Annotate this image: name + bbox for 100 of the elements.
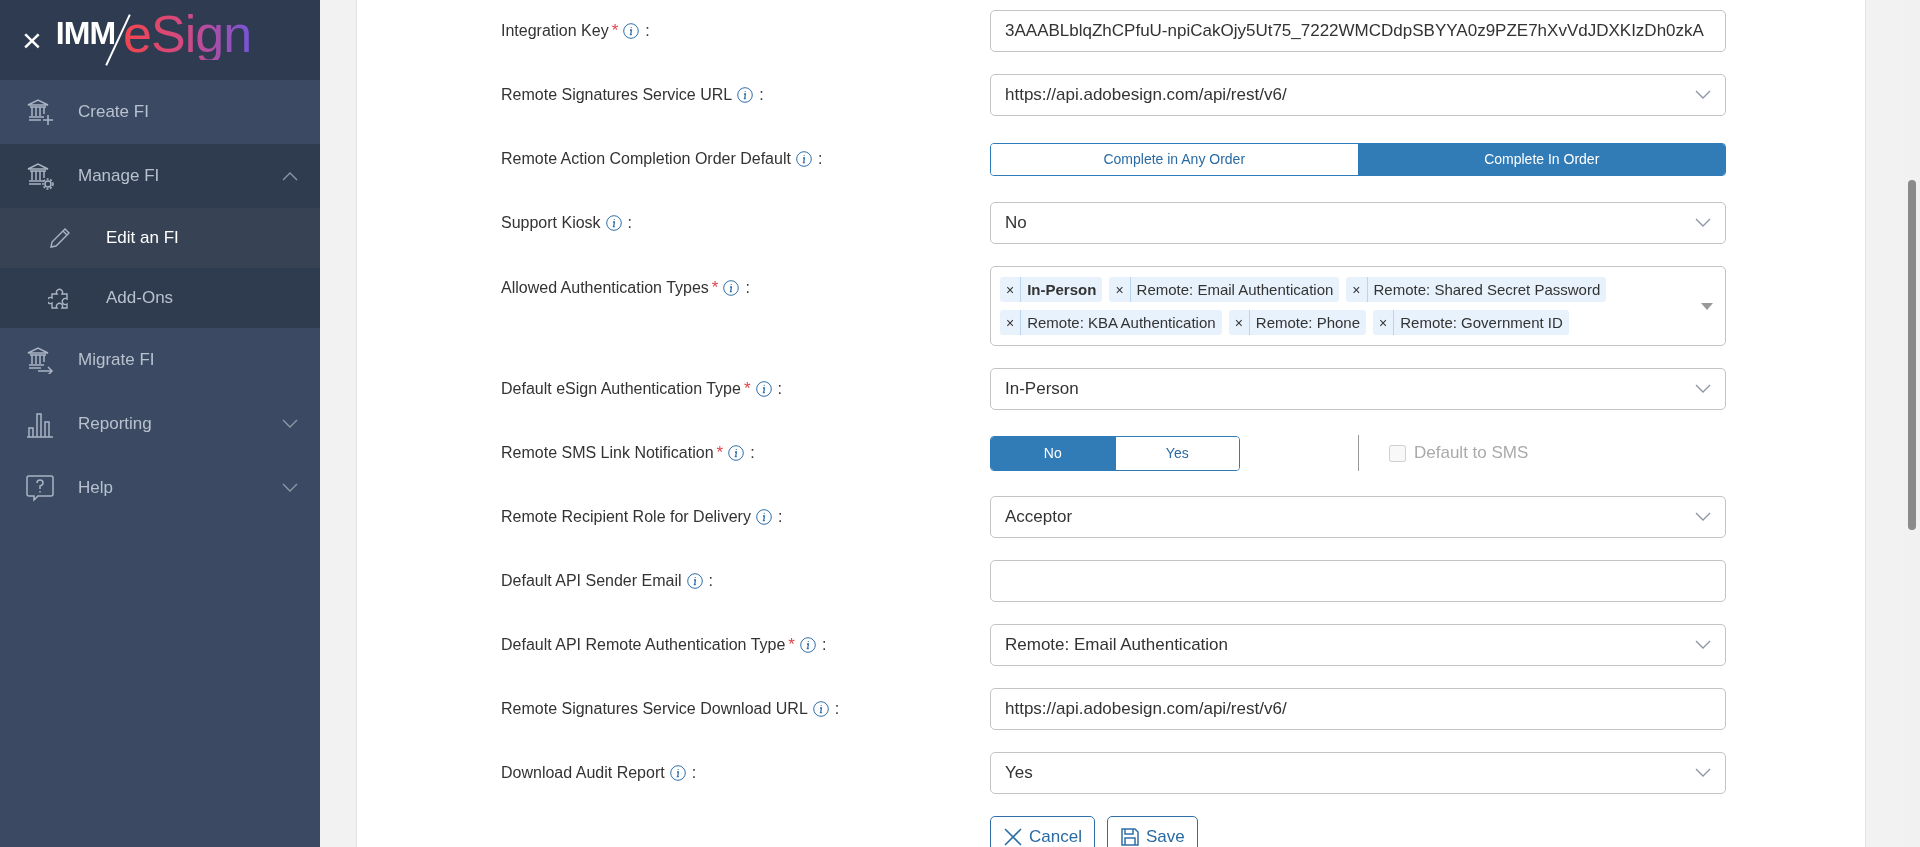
field-label: Remote Signatures Service URL <box>501 86 733 104</box>
colon: : <box>645 22 650 40</box>
multiselect-field[interactable]: × In-Person × Remote: Email Authentication × Remote: Shared Secret Password × Remote: KBA Authentication × Remote: Phone × Remote: Government ID <box>990 266 1726 346</box>
bar-chart-icon <box>26 410 54 438</box>
field-label: Support Kiosk <box>501 214 601 232</box>
info-icon[interactable] <box>812 701 829 717</box>
remove-tag-button[interactable]: × <box>1109 277 1131 302</box>
nav-item[interactable]: Migrate FI <box>0 328 320 392</box>
remove-tag-button[interactable]: × <box>1000 310 1022 335</box>
tag-label: Remote: Email Authentication <box>1135 280 1335 300</box>
nav-item[interactable]: Reporting <box>0 392 320 456</box>
remove-tag-button[interactable]: × <box>1228 310 1250 335</box>
close-button[interactable]: × <box>22 23 42 57</box>
nav-label: Edit an FI <box>106 228 179 248</box>
colon: : <box>759 86 764 104</box>
colon: : <box>817 150 823 168</box>
text-field[interactable]: https://api.adobesign.com/api/rest/v6/ <box>990 688 1726 730</box>
chevron-up-icon <box>282 171 298 181</box>
field-label: Default API Sender Email <box>501 572 682 590</box>
close-icon <box>1003 827 1023 847</box>
field-label: Remote SMS Link Notification <box>501 444 714 462</box>
colon: : <box>691 764 697 782</box>
remove-tag-button[interactable]: × <box>1373 310 1395 335</box>
nav-subitem[interactable]: Edit an FI <box>0 208 320 268</box>
remove-tag-button[interactable]: × <box>1346 277 1368 302</box>
chevron-down-icon <box>282 419 298 429</box>
tag-label: In-Person <box>1026 280 1098 300</box>
save-button[interactable]: Save <box>1106 816 1198 847</box>
cancel-button[interactable]: Cancel <box>990 816 1095 847</box>
chevron-down-icon <box>1695 768 1711 778</box>
nav-item[interactable]: Manage FI <box>0 144 320 208</box>
select-field[interactable]: In-Person <box>990 368 1726 410</box>
nav-label: Help <box>78 478 114 498</box>
chevron-down-icon <box>1695 512 1711 522</box>
chevron-down-icon <box>282 483 298 493</box>
colon: : <box>750 444 755 462</box>
required-mark: * <box>716 443 724 463</box>
tag-label: Remote: Government ID <box>1399 313 1564 333</box>
caret-down-icon <box>1701 302 1713 310</box>
scrollbar-thumb[interactable] <box>1908 180 1916 530</box>
info-icon[interactable] <box>605 215 622 231</box>
tag-label: Remote: Shared Secret Password <box>1372 280 1602 300</box>
colon: : <box>777 508 783 526</box>
bank-gear-icon <box>26 162 54 190</box>
nav-label: Migrate FI <box>78 350 156 370</box>
field-label: Default API Remote Authentication Type <box>501 636 786 654</box>
select-field[interactable]: No <box>990 202 1726 244</box>
info-icon[interactable] <box>755 509 772 525</box>
chevron-down-icon <box>1695 640 1711 650</box>
select-field[interactable]: Remote: Email Authentication <box>990 624 1726 666</box>
remove-tag-button[interactable]: × <box>1000 277 1022 302</box>
help-icon <box>26 474 54 502</box>
info-icon[interactable] <box>737 87 754 103</box>
field-label: Allowed Authentication Types <box>501 279 709 297</box>
colon: : <box>834 700 840 718</box>
colon: : <box>745 279 750 297</box>
nav-label: Create FI <box>78 102 150 122</box>
info-icon[interactable] <box>669 765 686 781</box>
text-field[interactable] <box>990 560 1726 602</box>
checkbox-label: Default to SMS <box>1414 443 1529 463</box>
field-label: Remote Action Completion Order Default <box>501 150 791 168</box>
chevron-down-icon <box>1695 384 1711 394</box>
required-mark: * <box>711 278 719 298</box>
text-field[interactable]: 3AAABLblqZhCPfuU-npiCakOjy5Ut75_7222WMCDdpSBYYA0z9PZE7hXvVdJDXKIzDh0zkA <box>990 10 1726 52</box>
info-icon[interactable] <box>728 445 745 461</box>
info-icon[interactable] <box>795 151 812 167</box>
field-label: Integration Key <box>501 22 609 40</box>
info-icon[interactable] <box>686 573 703 589</box>
select-field[interactable]: Yes <box>990 752 1726 794</box>
nav-item[interactable]: Create FI <box>0 80 320 144</box>
chevron-down-icon <box>1695 90 1711 100</box>
nav-item[interactable]: Help <box>0 456 320 520</box>
nav-label: Reporting <box>78 414 153 434</box>
required-mark: * <box>743 379 751 399</box>
toggle-option[interactable]: Yes <box>1114 436 1239 470</box>
colon: : <box>627 214 633 232</box>
toggle-option[interactable]: No <box>991 436 1115 470</box>
pencil-icon <box>48 226 72 250</box>
colon: : <box>777 380 782 398</box>
required-mark: * <box>788 635 795 655</box>
required-mark: * <box>611 21 619 41</box>
select-field[interactable]: Acceptor <box>990 496 1726 538</box>
bank-plus-icon <box>26 98 54 126</box>
nav-subitem[interactable]: Add-Ons <box>0 268 320 328</box>
info-icon[interactable] <box>623 23 640 39</box>
nav-label: Add-Ons <box>106 288 174 308</box>
info-icon[interactable] <box>799 637 816 653</box>
toggle-option[interactable]: Complete In Order <box>1357 143 1725 175</box>
field-label: Default eSign Authentication Type <box>501 380 741 398</box>
info-icon[interactable] <box>755 381 772 397</box>
info-icon[interactable] <box>723 280 740 296</box>
field-label: Remote Recipient Role for Delivery <box>501 508 751 526</box>
chevron-down-icon <box>1695 218 1711 228</box>
field-label: Download Audit Report <box>501 764 665 782</box>
colon: : <box>708 572 713 590</box>
tag-label: Remote: KBA Authentication <box>1026 313 1217 333</box>
field-label: Remote Signatures Service Download URL <box>501 700 808 718</box>
colon: : <box>821 636 827 654</box>
select-field[interactable]: https://api.adobesign.com/api/rest/v6/ <box>990 74 1726 116</box>
nav-label: Manage FI <box>78 166 161 186</box>
